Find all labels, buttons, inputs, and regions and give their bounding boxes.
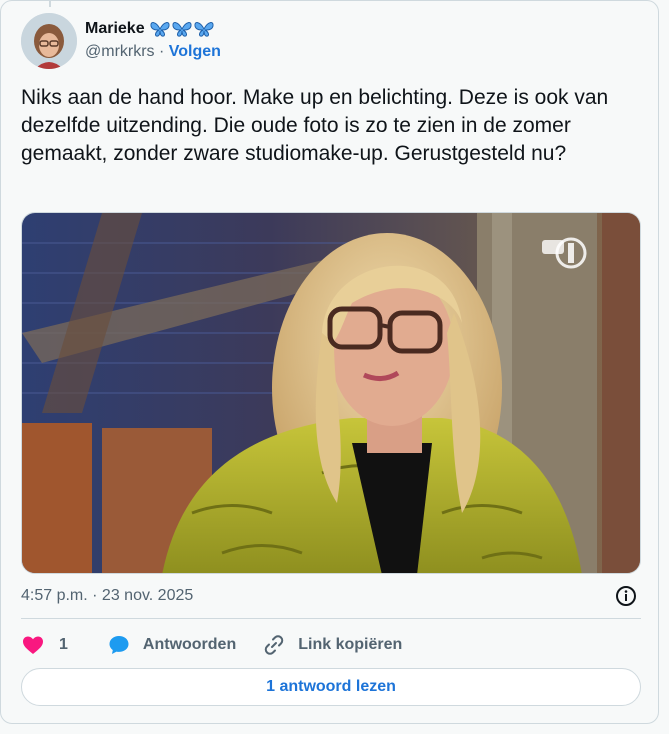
handle-row: @mrkrkrs · Volgen [85, 41, 221, 63]
speech-bubble-icon [109, 636, 129, 654]
name-emoji [150, 20, 214, 38]
user-handle[interactable]: @mrkrkrs [85, 43, 155, 60]
butterfly-icon [194, 22, 214, 37]
display-name[interactable]: Marieke [85, 19, 145, 39]
butterfly-icon [150, 22, 170, 37]
tweet-media[interactable] [21, 212, 641, 574]
avatar[interactable] [21, 13, 77, 69]
author-info: Marieke @mrkrkrs · Volgen [85, 19, 221, 63]
divider [21, 618, 641, 619]
copy-link-label: Link kopiëren [298, 636, 403, 653]
tweet-header: Marieke @mrkrkrs · Volgen [21, 13, 221, 69]
read-replies-button[interactable]: 1 antwoord lezen [21, 668, 641, 706]
action-bar: 1 Antwoorden Link kopiëren [21, 631, 402, 659]
reply-label: Antwoorden [142, 636, 237, 653]
separator-dot: · [159, 43, 169, 60]
heart-icon [23, 636, 43, 654]
tweet-text: Niks aan de hand hoor. Make up en belich… [21, 86, 609, 165]
tweet-timestamp[interactable]: 4:57 p.m. · 23 nov. 2025 [21, 586, 193, 606]
thread-line [49, 1, 51, 7]
butterfly-icon [172, 22, 192, 37]
like-count: 1 [59, 636, 68, 653]
reply-button[interactable]: Antwoorden [107, 633, 236, 657]
follow-button[interactable]: Volgen [169, 43, 221, 60]
tweet-card: Marieke @mrkrkrs · Volgen Niks aan de ha… [0, 0, 659, 724]
info-icon[interactable] [614, 584, 638, 608]
display-name-row: Marieke [85, 19, 221, 39]
link-icon [265, 635, 284, 655]
copy-link-button[interactable]: Link kopiëren [262, 633, 402, 657]
like-button[interactable]: 1 [21, 633, 68, 657]
